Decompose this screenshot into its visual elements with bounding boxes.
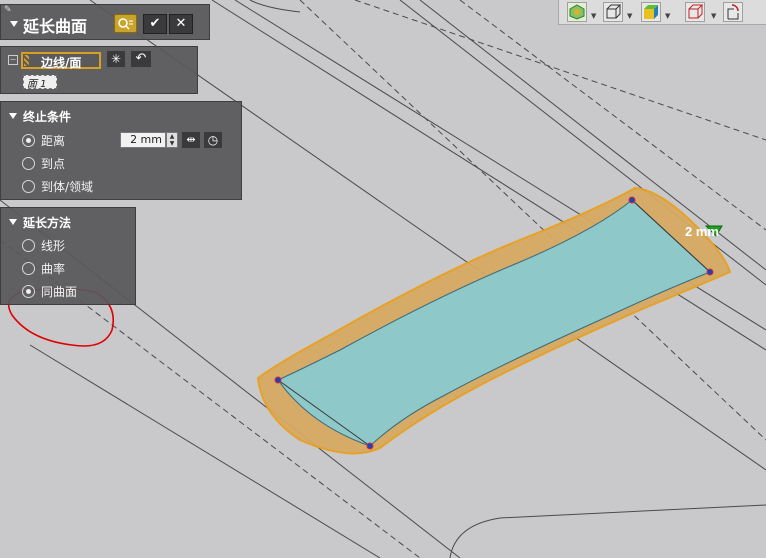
selection-list-item[interactable]: 面 1 <box>23 75 57 90</box>
radio-curvature[interactable] <box>22 262 35 275</box>
extend-method-panel: 延长方法 线形 曲率 同曲面 <box>0 207 136 305</box>
measure-icon[interactable]: ⇹ <box>182 132 200 148</box>
shading-icon[interactable] <box>641 2 661 22</box>
end-condition-header: 终止条件 <box>23 110 72 124</box>
dialog-title-bar: ✎ 延长曲面 ✔ ✕ <box>0 4 210 40</box>
original-face[interactable] <box>277 199 711 447</box>
edge-face-label: 边线/面 <box>41 56 82 70</box>
radio-to-point[interactable] <box>22 157 35 170</box>
collapse-arrow-icon[interactable] <box>10 21 18 27</box>
undo-icon[interactable]: ↶ <box>131 51 151 67</box>
box-view-icon[interactable] <box>603 2 623 22</box>
list-item-label: 面 1 <box>27 79 47 90</box>
radio-to-body[interactable] <box>22 180 35 193</box>
dimension-label[interactable]: 2 mm <box>685 224 719 239</box>
radio-same-surface-label: 同曲面 <box>41 285 78 299</box>
radio-linear-label: 线形 <box>41 239 66 253</box>
radio-distance-label: 距离 <box>41 134 66 148</box>
clock-icon[interactable]: ◷ <box>204 132 222 148</box>
radio-same-surface[interactable] <box>22 285 35 298</box>
view-toolbar: ▼ ▼ ▼ ▼ <box>558 0 766 25</box>
help-preview-button[interactable] <box>114 14 137 33</box>
radio-distance[interactable] <box>22 134 35 147</box>
field-stripe-icon <box>24 55 29 66</box>
collapse-arrow-icon[interactable] <box>9 113 17 119</box>
distance-input[interactable]: 2 mm <box>120 132 166 148</box>
radio-linear[interactable] <box>22 239 35 252</box>
view-orient-icon[interactable] <box>567 2 587 22</box>
wireframe-view-icon[interactable] <box>685 2 705 22</box>
collapse-arrow-icon[interactable] <box>9 219 17 225</box>
sparkle-icon[interactable]: ✳ <box>107 51 125 67</box>
dialog-title: 延长曲面 <box>23 17 88 36</box>
edge-face-field[interactable]: 边线/面 <box>21 52 101 70</box>
radio-to-body-label: 到体/领域 <box>41 180 94 194</box>
cancel-button[interactable]: ✕ <box>169 14 193 34</box>
chevron-down-icon[interactable]: ▼ <box>665 12 670 20</box>
chevron-down-icon[interactable]: ▼ <box>711 12 716 20</box>
end-condition-panel: 终止条件 距离 2 mm ▲ ▼ ⇹ ◷ 到点 到体/领域 <box>0 101 242 200</box>
collapse-tree-icon[interactable]: − <box>8 55 18 65</box>
distance-spinner[interactable]: ▲ ▼ <box>166 132 178 148</box>
radio-curvature-label: 曲率 <box>41 262 66 276</box>
section-view-icon[interactable] <box>723 2 743 22</box>
ok-button[interactable]: ✔ <box>143 14 167 34</box>
chevron-down-icon[interactable]: ▼ <box>591 12 596 20</box>
pin-icon[interactable]: ✎ <box>4 5 12 15</box>
radio-to-point-label: 到点 <box>41 157 66 171</box>
selection-panel: − 边线/面 ✳ ↶ 面 1 <box>0 46 198 94</box>
extend-method-header: 延长方法 <box>23 216 72 230</box>
chevron-down-icon[interactable]: ▼ <box>627 12 632 20</box>
